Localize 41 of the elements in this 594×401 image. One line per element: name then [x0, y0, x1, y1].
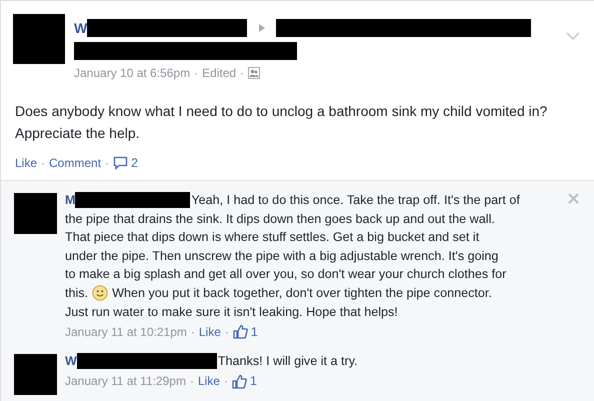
author-link[interactable]: W: [65, 352, 77, 371]
redacted-avatar: [14, 354, 57, 396]
like-count[interactable]: 1: [250, 374, 257, 388]
comment-text: the pipe that drains the sink. It dips down then goes back up and out the wall.: [65, 210, 495, 228]
triangle-icon: [258, 22, 266, 32]
author-link[interactable]: M: [65, 191, 76, 210]
comment-text: under the pipe. Then unscrew the pipe with a big adjustable wrench. It's going: [65, 248, 498, 265]
comment-bubble-icon[interactable]: [113, 156, 128, 170]
post-date[interactable]: January 10 at 6:56pm: [74, 66, 190, 80]
author-link[interactable]: W: [74, 20, 88, 36]
separator-dot: ·: [224, 324, 229, 339]
redacted-avatar: [13, 14, 65, 64]
separator-dot: ·: [105, 156, 110, 170]
separator-dot: ·: [194, 66, 198, 80]
comment-count[interactable]: 2: [131, 156, 138, 170]
comment-text: That piece that dips down is where stuff settles. Get a big bucket and set it: [65, 229, 480, 246]
post-text: Does anybody know what I need to do to unclog a bathroom sink my child vomited in? Appreciate the help.: [15, 102, 548, 143]
comment-text: Yeah, I had to do this once. Take the trap off. It's the part of: [191, 192, 520, 209]
comment-date[interactable]: January 11 at 10:21pm: [65, 324, 187, 339]
smiley-icon: [92, 285, 108, 302]
separator-dot: ·: [224, 374, 228, 388]
thumbs-up-icon[interactable]: [232, 324, 248, 340]
like-link[interactable]: Like: [198, 374, 220, 388]
comment-text: to make a big splash and get all over you, so don't wear your church clothes for: [65, 266, 506, 284]
separator-dot: ·: [240, 66, 244, 80]
separator-dot: ·: [190, 374, 194, 388]
audience-icon[interactable]: [248, 67, 260, 79]
comment-text: Thanks! I will give it a try.: [218, 353, 358, 370]
edited-link[interactable]: Edited: [202, 66, 236, 80]
thumbs-up-icon[interactable]: [232, 374, 247, 389]
comment-text: this.: [65, 284, 88, 302]
comment-text: When you put it back together, don't over tighten the pipe connector.: [112, 284, 492, 302]
like-count[interactable]: 1: [250, 324, 258, 339]
separator-dot: ·: [190, 324, 195, 339]
like-link[interactable]: Like: [15, 156, 38, 170]
like-link[interactable]: Like: [198, 324, 221, 339]
comment-date[interactable]: January 11 at 11:29pm: [65, 374, 186, 388]
comment-link[interactable]: Comment: [49, 156, 102, 170]
separator-dot: ·: [41, 156, 46, 170]
redacted-avatar: [14, 193, 57, 234]
comment-text: Just run water to make sure it isn't leaking. Hope that helps!: [65, 304, 398, 321]
